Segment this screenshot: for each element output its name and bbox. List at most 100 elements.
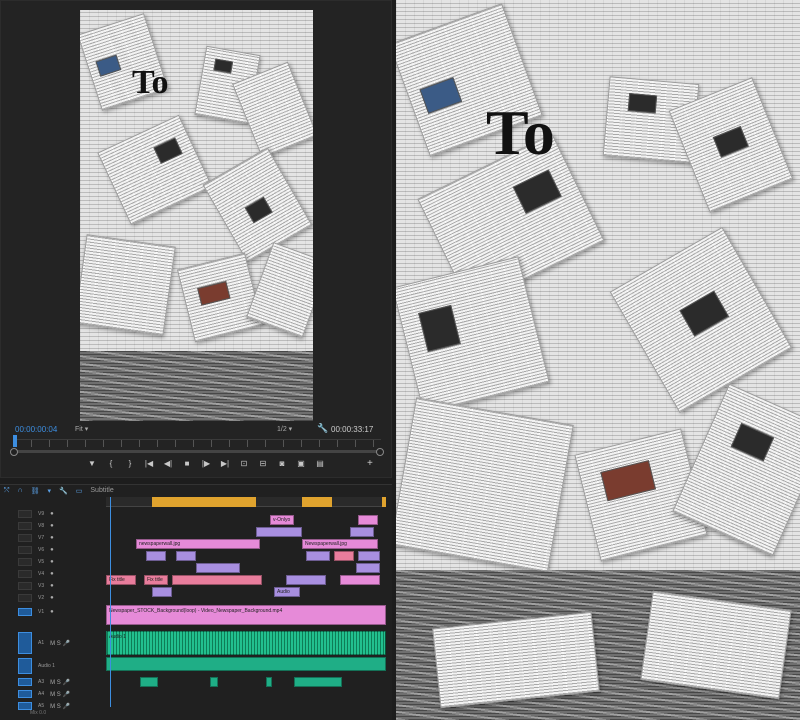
overwrite-icon[interactable]: ⊟ — [258, 459, 268, 468]
wrench-icon[interactable]: 🔧 — [59, 487, 68, 495]
timeline-clip[interactable] — [146, 551, 166, 561]
track-header-v3[interactable]: V3 ● — [0, 581, 106, 591]
left-panel: To 00:00:00:04 Fit ▾ 1/2 ▾ 🔧 00:00:33:17… — [0, 0, 396, 720]
track-area[interactable]: v-Onlyo newspaperwall.jpg Newspaperwall.… — [106, 509, 386, 709]
newspaper-floor — [80, 351, 313, 421]
track-label: V3 — [38, 583, 45, 589]
track-label: A3 — [38, 679, 45, 685]
track-label: V1 — [38, 609, 45, 615]
playback-resolution-select[interactable]: 1/2 ▾ — [277, 425, 292, 433]
track-label: V8 — [38, 523, 45, 529]
track-header-v2[interactable]: V2 ● — [0, 593, 106, 603]
newspaper-sheet — [396, 397, 574, 573]
step-forward-icon[interactable]: |▶ — [201, 459, 211, 468]
track-header-v9[interactable]: V9 ● — [0, 509, 106, 519]
audio-clip[interactable]: Audio 1 — [106, 631, 386, 655]
program-monitor: To 00:00:00:04 Fit ▾ 1/2 ▾ 🔧 00:00:33:17… — [0, 0, 392, 478]
monitor-zoom-scrollbar[interactable] — [10, 448, 384, 456]
audio-clip[interactable] — [140, 677, 158, 687]
timeline-tools: ⤲ ∩ ⛓ ▾ 🔧 ▭ Subtitle — [4, 487, 114, 495]
audio-clip[interactable] — [106, 657, 386, 671]
caption-icon[interactable]: ▭ — [76, 487, 83, 495]
go-to-in-icon[interactable]: |◀ — [144, 459, 154, 468]
stop-icon[interactable]: ■ — [182, 459, 192, 468]
timeline-clip[interactable] — [152, 587, 172, 597]
current-timecode[interactable]: 00:00:00:04 — [15, 425, 57, 434]
timeline-footer: Mix 0.0 — [30, 710, 47, 716]
in-point-icon[interactable]: { — [106, 459, 116, 468]
track-headers: V9 ● V8 ● V7 ● V6 ● V5 ● V4 ● V3 ● V2 ● V1 ● A1 M … — [0, 509, 106, 710]
zoom-fit-label: Fit — [75, 426, 83, 433]
timeline-clip[interactable]: Newspaper_STOCK_Background(loop) - Video… — [106, 605, 386, 625]
timeline-clip[interactable]: Fix title — [144, 575, 168, 585]
timeline-clip[interactable] — [358, 515, 378, 525]
timeline-playhead[interactable] — [110, 497, 111, 707]
marker-icon[interactable]: ▾ — [48, 487, 52, 495]
track-header-v6[interactable]: V6 ● — [0, 545, 106, 555]
timeline-clip[interactable] — [196, 563, 240, 573]
audio-clip[interactable] — [210, 677, 218, 687]
audio-clip[interactable] — [294, 677, 342, 687]
track-header-v5[interactable]: V5 ● — [0, 557, 106, 567]
out-point-icon[interactable]: } — [125, 459, 135, 468]
monitor-controls: 00:00:00:04 Fit ▾ 1/2 ▾ 🔧 00:00:33:17 ▼ … — [1, 421, 393, 479]
track-header-v8[interactable]: V8 ● — [0, 521, 106, 531]
audio-track-name: Audio 1 — [38, 663, 55, 669]
timeline-clip[interactable] — [172, 575, 262, 585]
sequence-label: Subtitle — [90, 487, 114, 494]
newspaper-sheet — [432, 611, 600, 709]
sequence-duration: 00:00:33:17 — [331, 425, 374, 434]
timeline-clip[interactable] — [334, 551, 354, 561]
track-header-a4[interactable]: A4 M S 🎤 — [0, 689, 106, 699]
enlarged-preview: To — [396, 0, 800, 720]
overlay-title-text: To — [132, 64, 169, 101]
newspaper-sheet — [640, 590, 792, 700]
track-label: A4 — [38, 691, 45, 697]
add-button[interactable]: + — [367, 458, 373, 469]
ripple-icon[interactable]: ⤲ — [4, 487, 10, 495]
zoom-fit-select[interactable]: Fit ▾ — [75, 425, 88, 433]
timeline-clip[interactable] — [340, 575, 380, 585]
timeline-ruler[interactable] — [106, 497, 386, 507]
timeline-clip[interactable] — [256, 527, 302, 537]
track-label: A1 — [38, 640, 45, 646]
timeline-clip[interactable] — [306, 551, 330, 561]
timeline-clip[interactable] — [356, 563, 380, 573]
timeline-clip[interactable] — [286, 575, 326, 585]
audio-clip[interactable] — [266, 677, 272, 687]
track-header-a3[interactable]: A3 M S 🎤 — [0, 677, 106, 687]
track-label: V2 — [38, 595, 45, 601]
track-label: V5 — [38, 559, 45, 565]
overlay-title-text: To — [486, 97, 555, 168]
step-back-icon[interactable]: ◀| — [163, 459, 173, 468]
compare-icon[interactable]: ▣ — [296, 459, 306, 468]
timeline-clip[interactable]: Audio — [274, 587, 300, 597]
monitor-time-ruler[interactable] — [13, 439, 381, 447]
snap-icon[interactable]: ∩ — [18, 487, 23, 495]
track-header-a2[interactable]: Audio 1 — [0, 657, 106, 675]
marker-icon[interactable]: ▼ — [87, 459, 97, 468]
timeline-clip[interactable]: newspaperwall.jpg — [136, 539, 260, 549]
insert-icon[interactable]: ⊡ — [239, 459, 249, 468]
track-header-v4[interactable]: V4 ● — [0, 569, 106, 579]
newspaper-sheet — [80, 234, 176, 336]
timeline-clip[interactable] — [176, 551, 196, 561]
timeline-clip[interactable] — [358, 551, 380, 561]
track-label: V4 — [38, 571, 45, 577]
track-header-v7[interactable]: V7 ● — [0, 533, 106, 543]
go-to-out-icon[interactable]: ▶| — [220, 459, 230, 468]
wrench-icon[interactable]: 🔧 — [317, 423, 328, 434]
track-header-v1[interactable]: V1 ● — [0, 607, 106, 617]
program-preview-frame[interactable]: To — [80, 10, 313, 421]
export-frame-icon[interactable]: ◙ — [277, 459, 287, 468]
timeline-clip[interactable] — [350, 527, 374, 537]
transport-controls: ▼ { } |◀ ◀| ■ |▶ ▶| ⊡ ⊟ ◙ ▣ ▤ — [87, 459, 325, 468]
timeline-clip[interactable]: Newspaperwall.jpg — [302, 539, 378, 549]
timeline-clip[interactable]: v-Onlyo — [270, 515, 294, 525]
link-icon[interactable]: ⛓ — [31, 487, 40, 495]
track-header-a1[interactable]: A1 M S 🎤 — [0, 631, 106, 655]
multi-camera-icon[interactable]: ▤ — [315, 459, 325, 468]
monitor-playhead[interactable] — [13, 435, 17, 447]
track-label: V7 — [38, 535, 45, 541]
playback-resolution-label: 1/2 — [277, 426, 287, 433]
